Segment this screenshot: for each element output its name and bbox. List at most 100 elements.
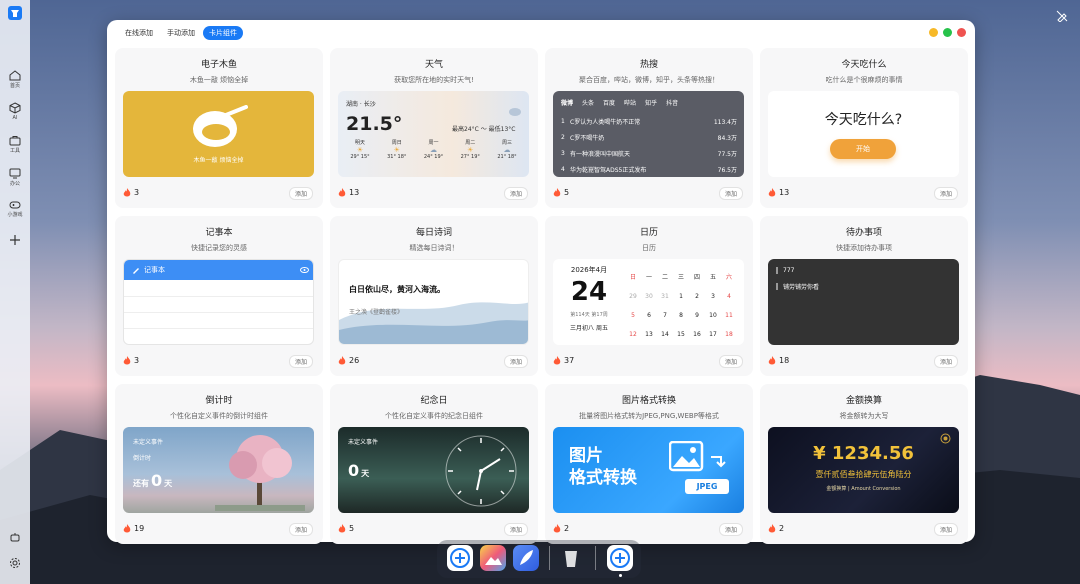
pen-off-icon[interactable] <box>1056 10 1068 22</box>
card-preview: ¥ 1234.56 壹仟贰佰叁拾肆元伍角陆分 金额换算 | Amount Con… <box>768 427 959 513</box>
widget-card-image-convert[interactable]: 图片格式转换 批量将图片格式转为JPEG,PNG,WEBP等格式 图片 格式转换 … <box>545 384 753 544</box>
cal-cell[interactable]: 17 <box>705 330 721 340</box>
widget-card-money-convert[interactable]: 金额换算 将金额转为大写 ¥ 1234.56 壹仟贰佰叁拾肆元伍角陆分 金额换算… <box>760 384 968 544</box>
eat-start-button[interactable]: 开始 <box>830 139 896 159</box>
add-button[interactable]: 添加 <box>718 355 743 368</box>
widget-card-what-to-eat[interactable]: 今天吃什么 吃什么是个很麻烦的事情 今天吃什么? 开始 13 添加 <box>760 48 968 208</box>
list-item[interactable]: 3 有一种浪漫叫中国航天 77.5万 <box>561 145 737 161</box>
cal-cell[interactable]: 16 <box>689 330 705 340</box>
cal-cell[interactable]: 1 <box>673 292 689 302</box>
fire-icon <box>123 188 131 197</box>
plus-circle-icon <box>610 548 630 568</box>
note-line <box>124 296 313 297</box>
note-header: 记事本 <box>124 260 313 280</box>
gamepad-icon <box>9 201 21 209</box>
list-item[interactable]: 777 <box>776 267 794 274</box>
sidebar-robot-button[interactable] <box>0 531 30 544</box>
add-button[interactable]: 添加 <box>288 523 313 536</box>
dock-app-add[interactable] <box>447 545 473 571</box>
cal-cell[interactable]: 12 <box>625 330 641 340</box>
list-item[interactable]: 1 C罗认为人类喝牛奶不正常 113.4万 <box>561 113 737 129</box>
dock-app-feather[interactable] <box>513 545 539 571</box>
widget-card-countdown[interactable]: 倒计时 个性化自定义事件的倒计时组件 未定义事件 倒计时 还有 0 天 19 添加 <box>115 384 323 544</box>
add-button[interactable]: 添加 <box>718 523 743 536</box>
add-button[interactable]: 添加 <box>933 355 958 368</box>
sidebar-item-home[interactable]: 首页 <box>0 70 30 89</box>
eye-icon[interactable] <box>300 266 309 274</box>
cal-cell[interactable]: 15 <box>673 330 689 340</box>
widget-card-weather[interactable]: 天气 获取您所在地的实时天气! 湖南 · 长沙 21.5° 最高24°C ～ 最… <box>330 48 538 208</box>
cal-cell[interactable]: 14 <box>657 330 673 340</box>
widget-card-hot-search[interactable]: 热搜 聚合百度，哔站，微博，知乎，头条等热搜！ 微博 头条 百度 哔站 知乎 抖… <box>545 48 753 208</box>
cal-cell[interactable]: 11 <box>721 311 737 321</box>
hot-tab[interactable]: 哔站 <box>624 98 636 107</box>
tab-manual-add[interactable]: 手动添加 <box>161 26 201 40</box>
cal-cell[interactable]: 9 <box>689 311 705 321</box>
cal-cell[interactable]: 6 <box>641 311 657 321</box>
countdown-event: 未定义事件 <box>133 439 164 446</box>
sidebar-item-label: 工具 <box>9 148 20 154</box>
maximize-button[interactable] <box>943 28 952 37</box>
list-item[interactable]: 2 C罗不喝牛奶 84.3万 <box>561 129 737 145</box>
sidebar-item-games[interactable]: 小游戏 <box>0 200 30 218</box>
widget-card-calendar[interactable]: 日历 日历 2026年4月 24 第114天 第17周 三月初八 周五 日一二三… <box>545 216 753 376</box>
widget-card-notebook[interactable]: 记事本 快捷记录您的灵感 记事本 3 添加 <box>115 216 323 376</box>
hot-tab[interactable]: 头条 <box>582 98 594 107</box>
add-button[interactable]: 添加 <box>288 355 313 368</box>
dock-app-photos[interactable] <box>480 545 506 571</box>
sidebar-item-ai[interactable]: AI <box>0 102 30 121</box>
dock-trash[interactable] <box>558 545 584 571</box>
cal-cell[interactable]: 10 <box>705 311 721 321</box>
cal-cell[interactable]: 5 <box>625 311 641 321</box>
widget-card-daily-poem[interactable]: 每日诗词 精选每日诗词！ 白日依山尽，黄河入海流。 王之涣《登鹳雀楼》 26 添… <box>330 216 538 376</box>
minimize-button[interactable] <box>929 28 938 37</box>
card-preview: 2026年4月 24 第114天 第17周 三月初八 周五 日一二三四五六 29 3… <box>553 259 744 345</box>
hot-tab[interactable]: 百度 <box>603 98 615 107</box>
add-button[interactable]: 添加 <box>503 355 528 368</box>
add-button[interactable]: 添加 <box>503 523 528 536</box>
heat-count: 18 <box>779 356 790 365</box>
cal-cell[interactable]: 13 <box>641 330 657 340</box>
card-heat: 3 <box>123 188 139 197</box>
sidebar-item-office[interactable]: 办公 <box>0 168 30 187</box>
cal-cell[interactable]: 31 <box>657 292 673 302</box>
card-subtitle: 精选每日诗词！ <box>409 244 459 252</box>
dock-app-add-active[interactable] <box>607 545 633 571</box>
widget-card-wooden-fish[interactable]: 电子木鱼 木鱼一敲 烦恼全掉 木鱼一敲 烦恼全掉 3 添加 <box>115 48 323 208</box>
cal-cell[interactable]: 18 <box>721 330 737 340</box>
app-logo[interactable] <box>0 6 30 21</box>
cal-cell[interactable]: 8 <box>673 311 689 321</box>
widget-card-todo[interactable]: 待办事项 快捷添加待办事项 777 铺劳铺劳你看 18 添加 <box>760 216 968 376</box>
add-button[interactable]: 添加 <box>288 187 313 200</box>
sidebar-settings-button[interactable] <box>0 557 30 570</box>
fire-icon <box>338 356 346 365</box>
card-title: 图片格式转换 <box>621 396 676 406</box>
cal-cell[interactable]: 7 <box>657 311 673 321</box>
add-button[interactable]: 添加 <box>718 187 743 200</box>
tab-card-widgets[interactable]: 卡片组件 <box>203 26 243 40</box>
list-item[interactable]: 4 华为乾崑智驾ADS5正式发布 76.5万 <box>561 161 737 177</box>
cal-cell[interactable]: 3 <box>705 292 721 302</box>
sidebar: 首页 AI 工具 办公 小游戏 <box>0 0 30 584</box>
add-button[interactable]: 添加 <box>933 187 958 200</box>
sidebar-add-button[interactable] <box>0 234 30 247</box>
close-button[interactable] <box>957 28 966 37</box>
tab-online-add[interactable]: 在线添加 <box>119 26 159 40</box>
cal-cell[interactable]: 2 <box>689 292 705 302</box>
add-button[interactable]: 添加 <box>503 187 528 200</box>
hot-tab[interactable]: 知乎 <box>645 98 657 107</box>
widget-card-memorial-day[interactable]: 纪念日 个性化自定义事件的纪念日组件 未定义事件 0天 5 添加 <box>330 384 538 544</box>
cal-cell[interactable]: 29 <box>625 292 641 302</box>
card-subtitle: 个性化自定义事件的纪念日组件 <box>385 412 483 420</box>
cal-cell[interactable]: 30 <box>641 292 657 302</box>
note-title: 记事本 <box>144 266 165 274</box>
hot-tab[interactable]: 微博 <box>561 98 573 107</box>
card-title: 纪念日 <box>420 396 448 406</box>
fire-icon <box>768 188 776 197</box>
cal-cell[interactable]: 4 <box>721 292 737 302</box>
add-button[interactable]: 添加 <box>933 523 958 536</box>
card-subtitle: 快捷记录您的灵感 <box>191 244 247 252</box>
hot-tab[interactable]: 抖音 <box>666 98 678 107</box>
list-item[interactable]: 铺劳铺劳你看 <box>776 282 819 291</box>
sidebar-item-tools[interactable]: 工具 <box>0 135 30 154</box>
